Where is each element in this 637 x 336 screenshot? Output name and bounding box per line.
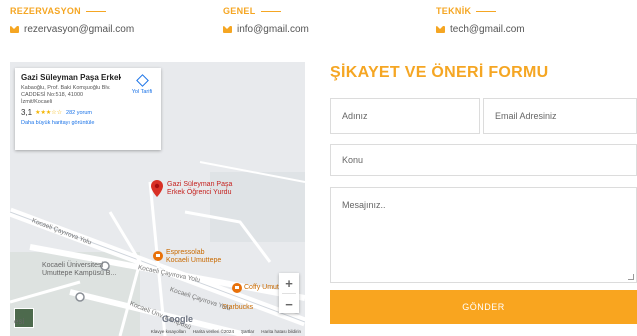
place-name: Gazi Süleyman Paşa Erkek Öğ... — [21, 73, 121, 82]
place-address: Kabaoğlu, Prof. Baki Komşuoğlu Blv. CADD… — [21, 85, 111, 105]
contact-reservation: REZERVASYON rezervasyon@gmail.com — [10, 6, 134, 35]
larger-map-link[interactable]: Daha büyük haritayı görüntüle — [21, 120, 155, 126]
keyboard-shortcuts-link[interactable]: Klavye kısayolları — [151, 329, 186, 334]
poi-university-label: Kocaeli Üniversitesi Umuttepe Kampüsü B.… — [42, 262, 117, 277]
email-input[interactable]: Email Adresiniz — [483, 98, 637, 134]
contact-general: GENEL info@gmail.com — [223, 6, 309, 35]
pin-label: Gazi Süleyman Paşa Erkek Öğrenci Yurdu — [167, 181, 233, 196]
map-data-text: Harita verileri ©2024 — [192, 328, 234, 334]
contact-email[interactable]: info@gmail.com — [223, 24, 309, 35]
contact-technical: TEKNİK tech@gmail.com — [436, 6, 525, 35]
directions-button[interactable]: Yol Tarifi — [130, 74, 154, 95]
contact-email[interactable]: rezervasyon@gmail.com — [10, 24, 134, 35]
place-card: Gazi Süleyman Paşa Erkek Öğ... Kabaoğlu,… — [15, 68, 161, 150]
resize-handle-icon[interactable] — [628, 274, 634, 280]
terms-link[interactable]: Şartlar — [241, 329, 254, 334]
report-error-link[interactable]: Harita hatası bildirin — [261, 329, 301, 334]
partial-map-label: esi — [14, 317, 25, 326]
submit-button[interactable]: GÖNDER — [330, 290, 637, 324]
zoom-in-button[interactable]: + — [279, 273, 299, 293]
reviews-link[interactable]: 282 yorum — [66, 110, 92, 116]
poi-espressolab-label: Espressolab Kocaeli Umuttepe — [166, 249, 222, 264]
star-rating-icon: ★★★☆☆ — [35, 110, 63, 116]
zoom-out-button[interactable]: − — [279, 294, 299, 314]
form-title: ŞİKAYET VE ÖNERİ FORMU — [330, 64, 549, 81]
envelope-icon — [223, 26, 232, 33]
coffee-poi-icon[interactable] — [232, 283, 242, 293]
envelope-icon — [436, 26, 445, 33]
google-logo: Google — [162, 314, 193, 324]
map-footer: Klavye kısayolları Harita verileri ©2024… — [10, 326, 305, 336]
place-rating: 3,1 ★★★☆☆ 282 yorum — [21, 108, 93, 117]
contact-heading: GENEL — [223, 6, 309, 16]
zoom-control: + − — [279, 273, 299, 313]
cafe-poi-icon[interactable] — [153, 251, 163, 261]
contact-heading: REZERVASYON — [10, 6, 134, 16]
subject-input[interactable]: Konu — [330, 144, 637, 176]
embedded-map[interactable]: Gazi Süleyman Paşa Erkek Öğ... Kabaoğlu,… — [10, 62, 305, 336]
directions-icon — [135, 74, 149, 87]
poi-coffy-label: Coffy Umutt — [244, 284, 281, 291]
contact-heading: TEKNİK — [436, 6, 525, 16]
contact-email[interactable]: tech@gmail.com — [436, 24, 525, 35]
message-textarea[interactable]: Mesajınız.. — [330, 187, 637, 283]
name-input[interactable]: Adınız — [330, 98, 480, 134]
envelope-icon — [10, 26, 19, 33]
map-pin-icon[interactable] — [151, 180, 163, 197]
